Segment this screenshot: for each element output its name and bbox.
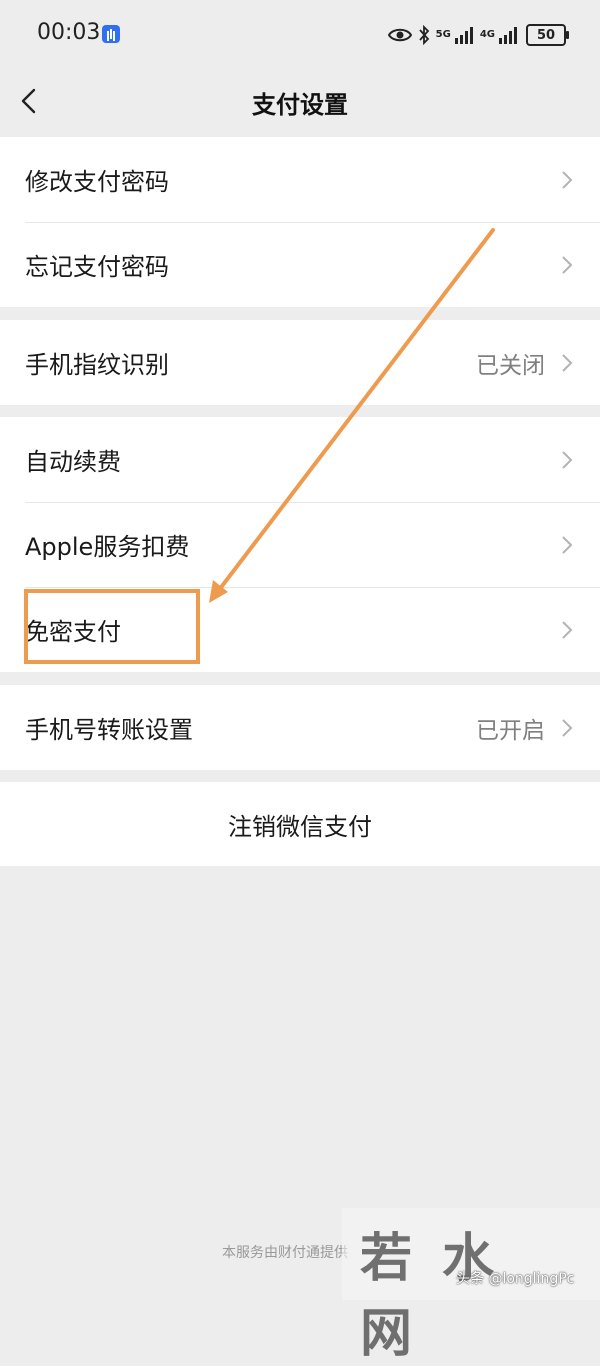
chevron-right-icon: [562, 171, 573, 189]
chevron-right-icon: [562, 256, 573, 274]
network-5g-label: 5G: [435, 29, 451, 40]
settings-group-fingerprint: 手机指纹识别 已关闭: [0, 320, 600, 405]
settings-group-password: 修改支付密码 忘记支付密码: [0, 137, 600, 307]
chevron-right-icon: [562, 719, 573, 737]
network-4g-label: 4G: [479, 29, 495, 40]
voice-recording-icon: [102, 25, 120, 43]
navigation-bar: 支付设置: [0, 68, 600, 134]
eye-icon: [387, 28, 412, 42]
chevron-right-icon: [562, 536, 573, 554]
deregister-label: 注销微信支付: [228, 812, 372, 841]
settings-item-auto-renewal[interactable]: 自动续费: [0, 417, 600, 502]
settings-group-deductions: 自动续费 Apple服务扣费 免密支付: [0, 417, 600, 672]
status-bar: 00:03 5G 4G 50: [0, 0, 600, 68]
settings-item-label: 忘记支付密码: [25, 253, 169, 281]
status-icons: 5G 4G 50: [387, 22, 569, 48]
settings-item-label: 自动续费: [25, 448, 121, 476]
settings-item-password-free-payment[interactable]: 免密支付: [0, 587, 600, 672]
battery-icon: 50: [526, 24, 569, 46]
settings-item-label: Apple服务扣费: [25, 533, 190, 561]
phone-transfer-status: 已开启: [476, 717, 545, 744]
settings-item-label: 免密支付: [25, 618, 121, 646]
settings-item-label: 手机指纹识别: [25, 351, 169, 379]
footer-provider-text: 本服务由财付通提供: [222, 1245, 348, 1261]
watermark-handle: 头条 @longlingPc: [456, 1271, 575, 1287]
settings-item-label: 修改支付密码: [25, 168, 169, 196]
fingerprint-status: 已关闭: [476, 352, 545, 379]
deregister-wechat-pay-button[interactable]: 注销微信支付: [0, 782, 600, 866]
settings-item-change-password[interactable]: 修改支付密码: [0, 137, 600, 222]
settings-item-label: 手机号转账设置: [25, 716, 193, 744]
watermark-logo: 若水网: [360, 1228, 525, 1364]
chevron-right-icon: [562, 354, 573, 372]
settings-item-forgot-password[interactable]: 忘记支付密码: [0, 222, 600, 307]
signal-icon: [499, 27, 517, 44]
chevron-right-icon: [562, 451, 573, 469]
settings-group-transfer: 手机号转账设置 已开启: [0, 685, 600, 770]
settings-item-phone-transfer[interactable]: 手机号转账设置 已开启: [0, 685, 600, 770]
signal-icon: [454, 27, 473, 44]
chevron-right-icon: [562, 621, 573, 639]
page-title: 支付设置: [252, 91, 348, 119]
settings-item-apple-service[interactable]: Apple服务扣费: [0, 502, 600, 587]
bluetooth-icon: [418, 25, 429, 45]
status-time: 00:03: [37, 20, 101, 45]
settings-item-fingerprint[interactable]: 手机指纹识别 已关闭: [0, 320, 600, 405]
